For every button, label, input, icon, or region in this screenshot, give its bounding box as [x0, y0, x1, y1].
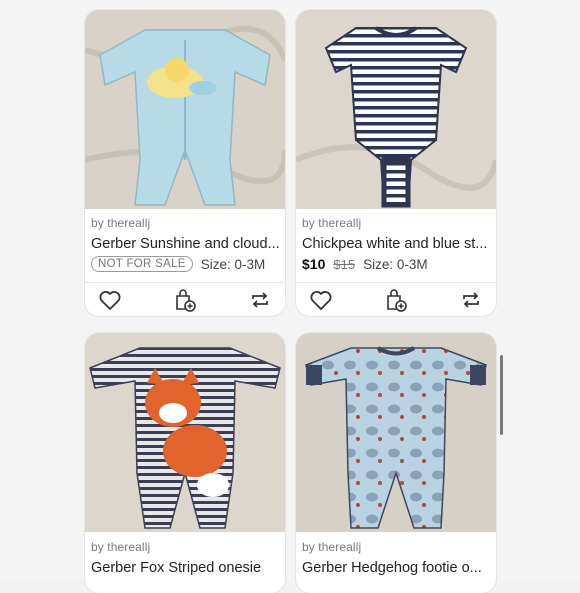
divider	[85, 282, 285, 283]
hedgehog-footie-photo	[296, 333, 496, 532]
heart-icon[interactable]	[97, 287, 123, 313]
listing-photo[interactable]	[85, 333, 285, 532]
card-actions	[85, 286, 285, 314]
listing-title[interactable]: Gerber Fox Striped onesie	[91, 560, 281, 576]
listing-meta: $10 $15 Size: 0-3M	[302, 254, 428, 274]
scrollbar[interactable]	[500, 355, 503, 435]
listing-meta: NOT FOR SALE Size: 0-3M	[91, 254, 265, 274]
listing-title[interactable]: Chickpea white and blue st...	[302, 236, 492, 252]
original-price: $15	[333, 256, 356, 272]
listing-title[interactable]: Gerber Hedgehog footie o...	[302, 560, 492, 576]
size-label: Size: 0-3M	[200, 256, 266, 272]
listing-card[interactable]: by thereallj Gerber Fox Striped onesie	[85, 333, 285, 593]
share-icon[interactable]	[247, 287, 273, 313]
listing-photo[interactable]	[296, 10, 496, 209]
seller-name[interactable]: by thereallj	[91, 216, 150, 230]
listing-card[interactable]: by thereallj Gerber Sunshine and cloud..…	[85, 10, 285, 316]
fox-striped-onesie-photo	[85, 333, 285, 532]
not-for-sale-badge: NOT FOR SALE	[91, 256, 193, 272]
divider	[296, 282, 496, 283]
listing-photo[interactable]	[85, 10, 285, 209]
listing-grid: by thereallj Gerber Sunshine and cloud..…	[0, 0, 580, 593]
add-to-bundle-icon[interactable]	[383, 287, 409, 313]
seller-name[interactable]: by thereallj	[302, 540, 361, 554]
listing-photo[interactable]	[296, 333, 496, 532]
card-actions	[296, 286, 496, 314]
price: $10	[302, 256, 326, 272]
heart-icon[interactable]	[308, 287, 334, 313]
listing-card[interactable]: by thereallj Gerber Hedgehog footie o...	[296, 333, 496, 593]
listing-card[interactable]: by thereallj Chickpea white and blue st.…	[296, 10, 496, 316]
sunshine-cloud-onesie-photo	[85, 10, 285, 209]
size-label: Size: 0-3M	[363, 256, 428, 272]
share-icon[interactable]	[458, 287, 484, 313]
seller-name[interactable]: by thereallj	[91, 540, 150, 554]
seller-name[interactable]: by thereallj	[302, 216, 361, 230]
striped-bodysuit-photo	[296, 10, 496, 209]
add-to-bundle-icon[interactable]	[172, 287, 198, 313]
listing-title[interactable]: Gerber Sunshine and cloud...	[91, 236, 281, 252]
